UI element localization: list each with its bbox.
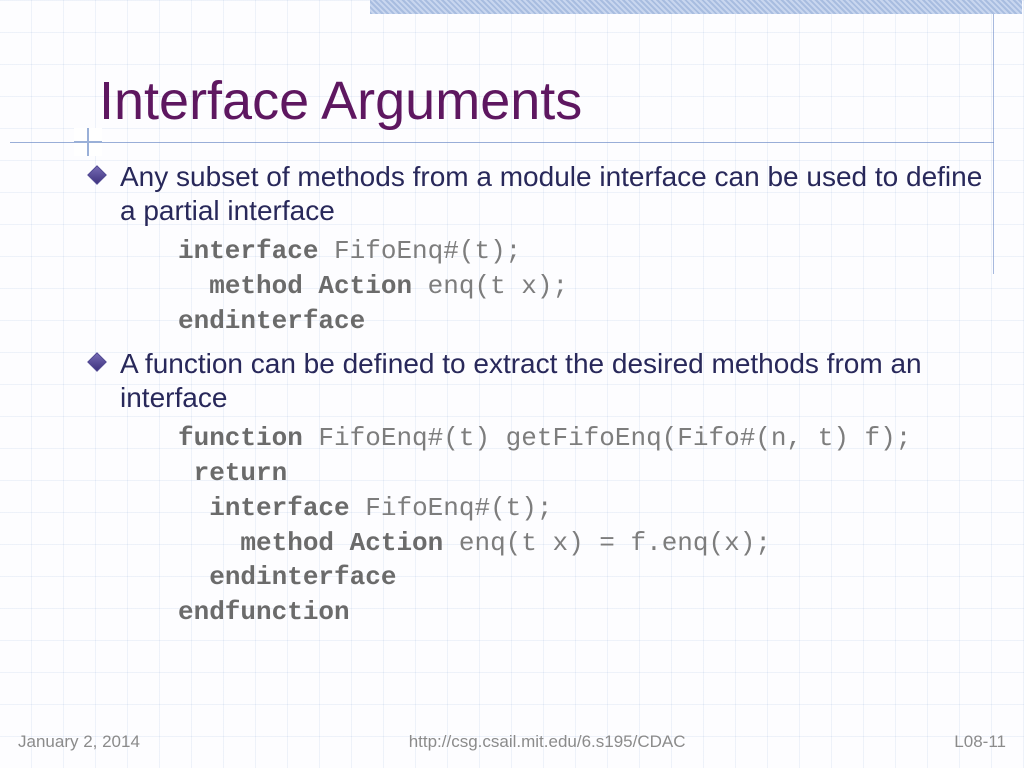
title-underline: [10, 142, 994, 143]
bullet-2: A function can be defined to extract the…: [88, 347, 994, 415]
kw-return: return: [194, 458, 288, 488]
kw-method-action: method Action: [209, 271, 412, 301]
kw-interface: interface: [178, 236, 318, 266]
crosshair-ornament: [74, 128, 102, 156]
kw-interface: interface: [209, 493, 349, 523]
code-block-1: interface FifoEnq#(t); method Action enq…: [178, 234, 994, 338]
kw-method-action: method Action: [240, 528, 443, 558]
slide-title: Interface Arguments: [99, 70, 582, 132]
bullet-1: Any subset of methods from a module inte…: [88, 160, 994, 228]
footer-date: January 2, 2014: [18, 732, 140, 752]
kw-endinterface: endinterface: [209, 562, 396, 592]
code-text: FifoEnq#(t) getFifoEnq(Fifo#(n, t) f);: [303, 423, 912, 453]
decorative-topbar: [370, 0, 1022, 14]
slide-body: Any subset of methods from a module inte…: [88, 160, 994, 638]
code-text: enq(t x) = f.enq(x);: [443, 528, 771, 558]
code-text: FifoEnq#(t);: [350, 493, 553, 523]
diamond-icon: [87, 352, 107, 372]
bullet-1-text: Any subset of methods from a module inte…: [120, 161, 982, 226]
slide: Interface Arguments Any subset of method…: [0, 0, 1024, 768]
code-text: FifoEnq#(t);: [318, 236, 521, 266]
code-block-2: function FifoEnq#(t) getFifoEnq(Fifo#(n,…: [178, 421, 994, 630]
footer-page: L08-11: [954, 732, 1006, 752]
kw-endfunction: endfunction: [178, 597, 350, 627]
crosshair-h: [74, 141, 102, 143]
bullet-2-text: A function can be defined to extract the…: [120, 348, 922, 413]
code-text: enq(t x);: [412, 271, 568, 301]
diamond-icon: [87, 165, 107, 185]
kw-endinterface: endinterface: [178, 306, 365, 336]
footer: January 2, 2014 http://csg.csail.mit.edu…: [18, 732, 1006, 752]
footer-url: http://csg.csail.mit.edu/6.s195/CDAC: [409, 732, 686, 752]
kw-function: function: [178, 423, 303, 453]
